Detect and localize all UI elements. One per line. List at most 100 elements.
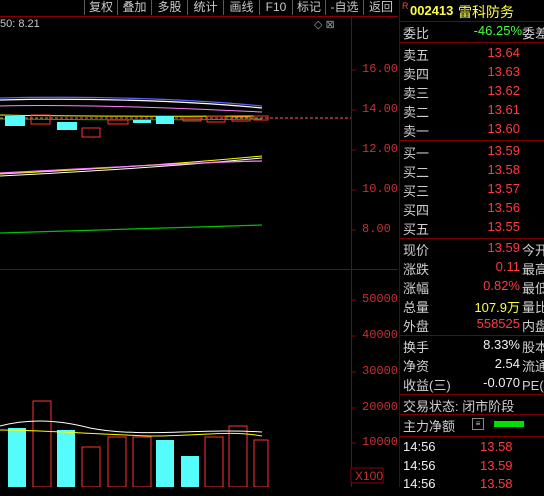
stat-extra: 今开 [522,243,544,258]
ma-line-white-low [0,157,263,177]
toolbar-button-duogu[interactable]: 多股 [151,0,187,15]
stat-value: 107.9万 [474,300,520,315]
bid-price: 13.59 [487,143,520,158]
price-tick: 16.00 [362,62,399,76]
fund-value: 8.33% [483,337,520,352]
bid-price: 13.57 [487,181,520,196]
tick-time: 14:56 [403,439,436,454]
main-flow-row[interactable]: 主力净额 ≡ [400,416,544,436]
volume-bar [81,446,101,487]
toolbar-button-fuquan[interactable]: 复权 [84,0,117,15]
fund-value: 2.54 [494,356,520,371]
main-flow-bar [494,421,524,427]
chart-tool-icons[interactable]: ◇ ⊠ [314,18,335,31]
stock-code: 002413 [410,3,454,18]
bid-label: 买三 [403,184,430,199]
bid-row: 买四 13.56 [400,200,544,220]
bid-label: 买二 [403,165,430,180]
price-tick: 8.00 [362,222,391,236]
fund-extra: PE(动 [522,378,544,393]
volume-bar [156,440,174,487]
ma-line-green-low [0,224,263,234]
ask-label: 卖四 [403,67,430,82]
ratio-value: -46.25% [473,23,522,38]
candle [5,116,25,126]
ask-row: 卖四 13.63 [400,64,544,84]
ratio-label: 委比 [403,26,430,41]
ma-line-purple-low [0,160,263,174]
volume-bar [204,436,224,487]
quote-panel: R 002413 雷科防务 委比 -46.25% 委差 卖五 13.64 卖四 … [399,0,544,491]
volume-tick: 50000 [362,292,399,306]
candle [156,116,174,124]
ask-label: 卖五 [403,48,430,63]
candle [57,122,77,130]
ask-row: 卖三 13.62 [400,83,544,103]
price-tick: 10.00 [362,182,399,196]
volume-bar [228,425,248,487]
stat-row-volume: 总量 107.9万 量比 [400,297,544,317]
toolbar-button-biaoji[interactable]: 标记 [292,0,325,15]
stat-row-pct: 涨幅 0.82% 最低 [400,278,544,298]
main-flow-label: 主力净额 [403,419,456,434]
bid-label: 买一 [403,146,430,161]
tick-row: 14:56 13.58 [400,476,544,496]
ask-label: 卖二 [403,105,430,120]
tick-price: 13.58 [480,439,513,454]
toolbar-button-zixuan[interactable]: -自选 [325,0,363,15]
volume-tick: 30000 [362,364,399,378]
stat-extra: 最高 [522,262,544,277]
tick-time: 14:56 [403,458,436,473]
ratio-row: 委比 -46.25% 委差 [400,23,544,43]
stat-value: 13.59 [487,240,520,255]
bid-label: 买五 [403,222,430,237]
bid-row: 买五 13.55 [400,219,544,239]
kline-chart[interactable] [0,16,398,487]
list-icon[interactable]: ≡ [472,418,484,430]
stat-label: 现价 [403,243,430,258]
ask-price: 13.64 [487,45,520,60]
stat-extra: 内盘 [522,319,544,334]
ask-row: 卖五 13.64 [400,45,544,65]
ma-line-purple-top [0,104,263,113]
stat-value: 558525 [476,316,520,331]
fund-label: 收益(三) [403,378,451,393]
fund-extra: 流通 [522,359,544,374]
stat-row-outer: 外盘 558525 内盘 [400,316,544,336]
toolbar-button-f10[interactable]: F10 [259,0,292,15]
bid-row: 买三 13.57 [400,181,544,201]
ask-price: 13.60 [487,121,520,136]
fund-extra: 股本 [522,340,544,355]
stat-label: 涨幅 [403,281,430,296]
toolbar-button-back[interactable]: 返回 [363,0,398,15]
bid-price: 13.56 [487,200,520,215]
bid-price: 13.58 [487,162,520,177]
volume-bar [132,436,152,487]
stat-value: 0.82% [483,278,520,293]
stat-extra: 最低 [522,281,544,296]
price-tick: 14.00 [362,102,399,116]
fund-value: -0.070 [483,375,520,390]
volume-bar [8,428,26,487]
volume-bar [253,439,269,487]
stat-row-change: 涨跌 0.11 最高 [400,259,544,279]
fund-row-eps: 收益(三) -0.070 PE(动 [400,375,544,395]
toolbar-button-tongji[interactable]: 统计 [187,0,223,15]
stat-label: 涨跌 [403,262,430,277]
stock-name: 雷科防务 [458,4,514,20]
ask-price: 13.63 [487,64,520,79]
chart-toolbar: 复权 叠加 多股 统计 画线 F10 标记 -自选 返回 [0,0,398,16]
toolbar-button-huaxian[interactable]: 画线 [223,0,259,15]
ratio-extra: 委差 [522,26,544,41]
trade-status-row: 交易状态: 闭市阶段 [400,396,544,416]
bid-label: 买四 [403,203,430,218]
tick-time: 14:56 [403,476,436,491]
stat-label: 总量 [403,300,430,315]
toolbar-button-diejia[interactable]: 叠加 [117,0,151,15]
volume-tick: 40000 [362,328,399,342]
ask-price: 13.62 [487,83,520,98]
fund-row-netasset: 净资 2.54 流通 [400,356,544,376]
stat-extra: 量比 [522,300,544,315]
price-tick: 12.00 [362,142,399,156]
bid-row: 买一 13.59 [400,143,544,163]
